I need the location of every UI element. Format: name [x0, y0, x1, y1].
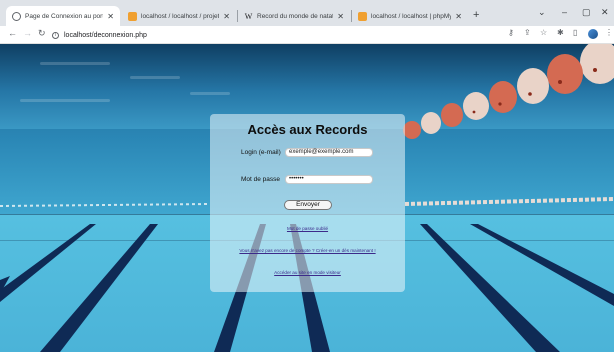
phpmyadmin-icon [358, 11, 367, 21]
guest-access-link[interactable]: Accéder au site en mode visiteur [210, 270, 405, 275]
key-icon[interactable]: ⚷ [508, 28, 514, 37]
email-field[interactable]: exemple@exemple.com [285, 148, 373, 157]
tab-search-icon[interactable]: ⌄ [538, 7, 546, 18]
extensions-icon[interactable]: ✱ [557, 28, 564, 37]
tab-title: localhost / localhost / projet_na [141, 12, 220, 20]
back-icon[interactable]: ← [8, 28, 17, 38]
url-text: localhost/deconnexion.php [64, 31, 147, 39]
forgot-password-link[interactable]: Mot de passe oublié [210, 226, 405, 231]
tab-wikipedia[interactable]: W Record du monde de natation m ✕ [238, 6, 350, 26]
browser-toolbar: ← → ↻ i localhost/deconnexion.php ⚷ ⇪ ☆ … [0, 26, 614, 44]
tab-connexion[interactable]: Page de Connexion au portail ✕ [6, 6, 120, 26]
menu-icon[interactable]: ⋮ [605, 28, 613, 37]
tab-title: Page de Connexion au portail [25, 12, 104, 20]
tab-title: Record du monde de natation m [257, 12, 333, 20]
signup-link[interactable]: Vous n'avez pas encore de compte ? Créer… [210, 248, 405, 253]
bookmark-star-icon[interactable]: ☆ [540, 28, 547, 37]
address-bar[interactable]: i localhost/deconnexion.php [52, 28, 492, 42]
page-viewport: Accès aux Records Login (e-mail) exemple… [0, 44, 614, 352]
wikipedia-icon: W [244, 11, 253, 21]
forward-icon[interactable]: → [23, 28, 32, 38]
minimize-icon[interactable]: – [562, 7, 567, 17]
phpmyadmin-icon [128, 11, 137, 21]
globe-icon [12, 11, 21, 21]
site-info-icon[interactable]: i [52, 31, 59, 39]
tab-strip: Page de Connexion au portail ✕ localhost… [0, 0, 614, 26]
close-tab-icon[interactable]: ✕ [107, 12, 114, 21]
close-tab-icon[interactable]: ✕ [455, 12, 462, 21]
login-card: Accès aux Records Login (e-mail) exemple… [210, 114, 405, 292]
submit-button[interactable]: Envoyer [284, 200, 332, 210]
email-label: Login (e-mail) [241, 149, 281, 156]
close-window-icon[interactable]: ✕ [601, 7, 609, 18]
reload-icon[interactable]: ↻ [38, 28, 46, 39]
password-label: Mot de passe [241, 176, 281, 183]
share-icon[interactable]: ⇪ [524, 28, 531, 37]
profile-avatar[interactable] [588, 29, 598, 39]
close-tab-icon[interactable]: ✕ [337, 12, 344, 21]
sidepanel-icon[interactable]: ▯ [573, 28, 577, 37]
tab-title: localhost / localhost | phpMyAd [371, 12, 452, 20]
tab-phpmyadmin[interactable]: localhost / localhost | phpMyAd ✕ [352, 6, 468, 26]
close-tab-icon[interactable]: ✕ [223, 12, 230, 21]
login-title: Accès aux Records [247, 122, 368, 137]
new-tab-button[interactable]: + [473, 9, 479, 21]
maximize-icon[interactable]: ▢ [582, 7, 591, 18]
tab-phpmyadmin-projet[interactable]: localhost / localhost / projet_na ✕ [122, 6, 236, 26]
password-field[interactable]: ••••••• [285, 175, 373, 184]
